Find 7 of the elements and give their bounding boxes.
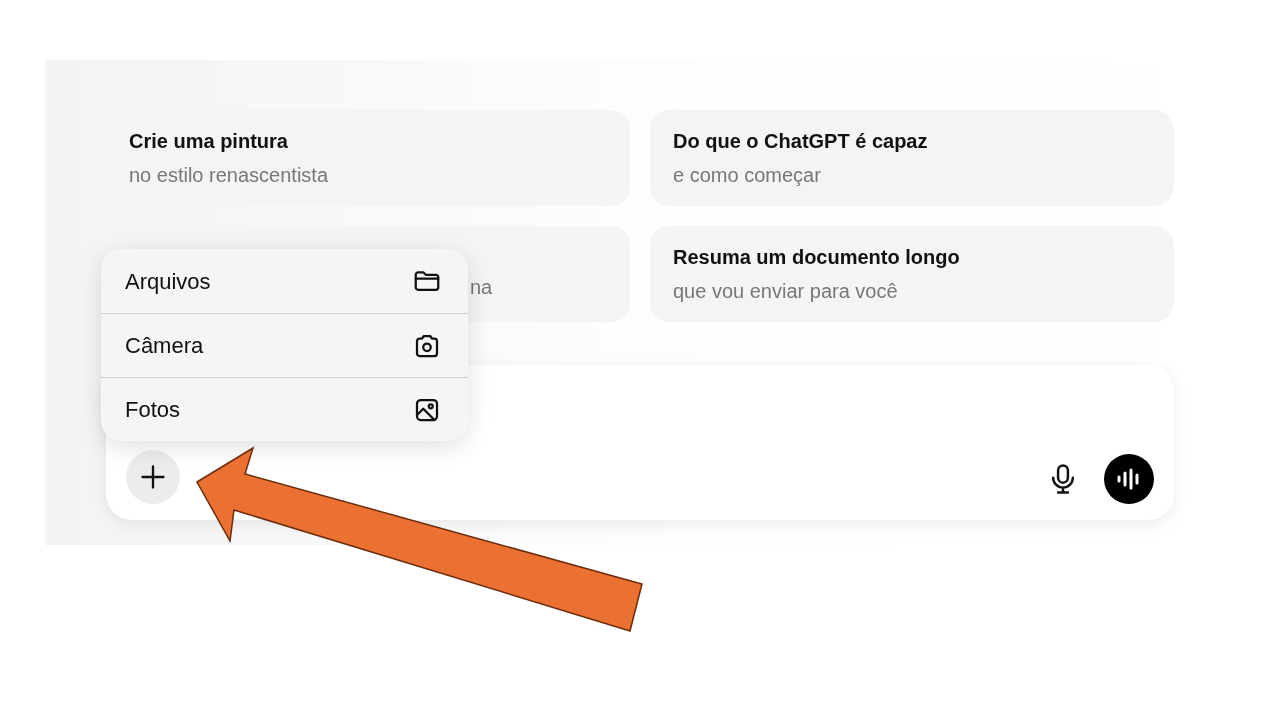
suggestion-subtitle: e como começar — [673, 163, 822, 188]
suggestion-subtitle: no estilo renascentista — [129, 163, 329, 188]
suggestion-title: Do que o ChatGPT é capaz — [673, 129, 929, 154]
suggestion-title: Crie uma pintura — [129, 129, 289, 154]
suggestion-subtitle: que vou enviar para você — [673, 279, 899, 304]
suggestion-subtitle: na — [470, 275, 493, 300]
suggestion-title: Resuma um documento longo — [673, 245, 961, 270]
